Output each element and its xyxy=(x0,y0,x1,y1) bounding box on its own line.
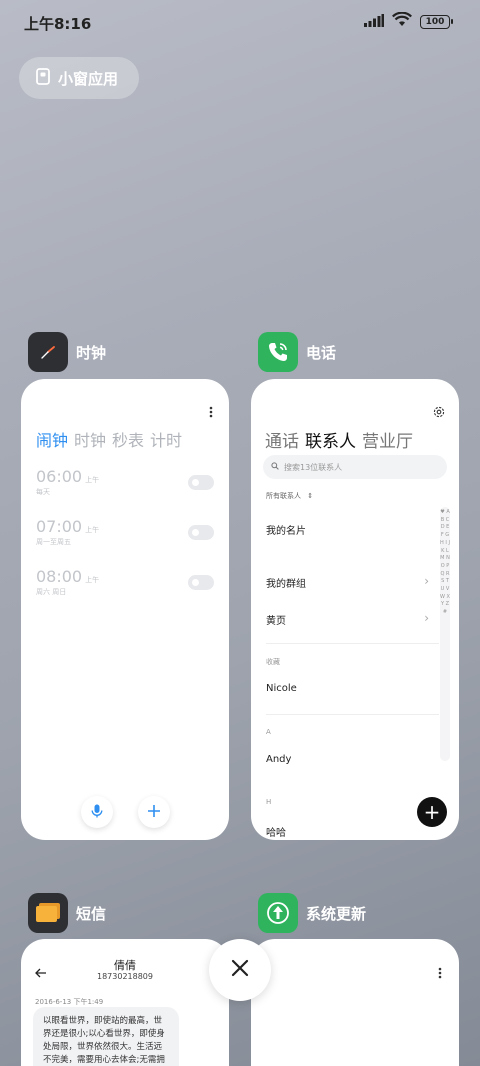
yellow-pages-row[interactable]: 黄页 › xyxy=(266,611,429,627)
sms-contact-name: 倩倩 xyxy=(114,959,136,972)
tab-clock[interactable]: 时钟 xyxy=(74,427,106,451)
status-time: 上午8:16 xyxy=(24,15,92,33)
sms-app-name: 短信 xyxy=(76,904,107,923)
phone-tabs: 通话 联系人 营业厅 xyxy=(265,427,413,452)
tab-service-hall[interactable]: 营业厅 xyxy=(362,427,413,452)
plus-icon xyxy=(147,803,161,822)
alarm-repeat: 周六 周日 xyxy=(36,588,67,596)
alarm-repeat: 每天 xyxy=(36,488,50,496)
tab-stopwatch[interactable]: 秒表 xyxy=(112,427,144,451)
alphabet-index-bar[interactable]: ♥ A B C D E F G H I J K L M N O P Q R S … xyxy=(440,507,450,761)
more-options-icon[interactable] xyxy=(438,964,442,983)
my-groups-label: 我的群组 xyxy=(266,579,306,590)
phone-app-icon xyxy=(258,332,298,372)
close-icon xyxy=(231,959,249,981)
contact-name: Nicole xyxy=(266,683,297,694)
alarm-toggle[interactable] xyxy=(188,575,214,590)
clock-app-name: 时钟 xyxy=(76,343,107,362)
tab-alarm[interactable]: 闹钟 xyxy=(36,427,68,451)
contact-name: 哈哈 xyxy=(266,828,286,839)
clock-app-card[interactable]: 闹钟 时钟 秒表 计时 06:00 上午 每天 07:00 上午 周一至周五 08:… xyxy=(21,379,229,840)
favorites-header: 收藏 xyxy=(266,658,280,666)
my-groups-row[interactable]: 我的群组 › xyxy=(266,574,429,590)
alarm-ampm: 上午 xyxy=(85,526,100,534)
voice-button[interactable] xyxy=(81,796,113,828)
clear-all-button[interactable] xyxy=(209,939,271,1001)
microphone-icon xyxy=(91,803,103,822)
section-header-a: A xyxy=(266,728,271,736)
alarm-time: 07:00 xyxy=(36,517,83,536)
small-window-label: 小窗应用 xyxy=(58,69,119,88)
alarm-toggle[interactable] xyxy=(188,525,214,540)
alarm-ampm: 上午 xyxy=(85,576,100,584)
sort-arrows-icon: ⇕ xyxy=(307,492,314,500)
contacts-search-input[interactable]: 搜索13位联系人 xyxy=(263,455,447,479)
divider xyxy=(266,714,439,715)
tab-timer[interactable]: 计时 xyxy=(150,427,182,451)
phone-app-header[interactable]: 电话 xyxy=(258,332,336,372)
small-window-apps-button[interactable]: 小窗应用 xyxy=(19,57,139,99)
system-update-app-icon xyxy=(258,893,298,933)
alarm-time: 06:00 xyxy=(36,467,83,486)
alarm-repeat: 周一至周五 xyxy=(36,538,71,546)
battery-icon: 100 xyxy=(420,14,453,29)
clock-tabs: 闹钟 时钟 秒表 计时 xyxy=(36,427,182,451)
add-alarm-button[interactable] xyxy=(138,796,170,828)
yellow-pages-label: 黄页 xyxy=(266,616,286,627)
search-placeholder: 搜索13位联系人 xyxy=(284,462,343,472)
system-update-app-name: 系统更新 xyxy=(306,904,367,923)
section-header-h: H xyxy=(266,798,272,806)
sms-message-bubble[interactable]: 以眼看世界，即使站的最高，世界还是很小;以心看世界，即使身处局限，世界依然很大。… xyxy=(33,1007,179,1066)
small-window-icon xyxy=(36,67,50,89)
search-icon xyxy=(271,462,279,472)
contact-row[interactable]: Andy xyxy=(266,754,429,765)
settings-gear-icon[interactable] xyxy=(433,403,445,422)
chevron-right-icon: › xyxy=(424,611,429,625)
sms-app-card[interactable]: 倩倩 18730218809 2016-6-13 下午1:49 以眼看世界，即使… xyxy=(21,939,229,1066)
contact-row[interactable]: Nicole xyxy=(266,683,429,694)
status-icons: 100 xyxy=(364,11,453,31)
sms-app-header[interactable]: 短信 xyxy=(28,893,106,933)
wifi-icon xyxy=(392,11,412,31)
phone-app-name: 电话 xyxy=(306,343,337,362)
contacts-filter[interactable]: 所有联系人 ⇕ xyxy=(266,491,313,501)
alarm-time: 08:00 xyxy=(36,567,83,586)
contact-row[interactable]: 哈哈 xyxy=(266,824,429,839)
clock-app-header[interactable]: 时钟 xyxy=(28,332,106,372)
plus-icon: + xyxy=(423,800,441,824)
tab-contacts[interactable]: 联系人 xyxy=(305,427,356,452)
alarm-toggle[interactable] xyxy=(188,475,214,490)
tab-calls[interactable]: 通话 xyxy=(265,427,299,452)
signal-icon xyxy=(364,12,384,31)
sms-app-icon xyxy=(28,893,68,933)
my-card-row[interactable]: 我的名片 xyxy=(266,522,429,537)
contacts-filter-label: 所有联系人 xyxy=(266,492,301,500)
add-contact-button[interactable]: + xyxy=(417,797,447,827)
system-update-app-card[interactable] xyxy=(251,939,459,1066)
sms-date: 2016-6-13 下午1:49 xyxy=(35,998,104,1006)
contact-name: Andy xyxy=(266,754,292,765)
system-update-app-header[interactable]: 系统更新 xyxy=(258,893,366,933)
my-card-label: 我的名片 xyxy=(266,526,306,537)
alarm-ampm: 上午 xyxy=(85,476,100,484)
phone-app-card[interactable]: 通话 联系人 营业厅 搜索13位联系人 所有联系人 ⇕ 我的名片 我的群组 › … xyxy=(251,379,459,840)
divider xyxy=(266,643,439,644)
sms-contact-number: 18730218809 xyxy=(97,972,153,981)
clock-app-icon xyxy=(28,332,68,372)
chevron-right-icon: › xyxy=(424,574,429,588)
more-options-icon[interactable] xyxy=(209,403,213,422)
